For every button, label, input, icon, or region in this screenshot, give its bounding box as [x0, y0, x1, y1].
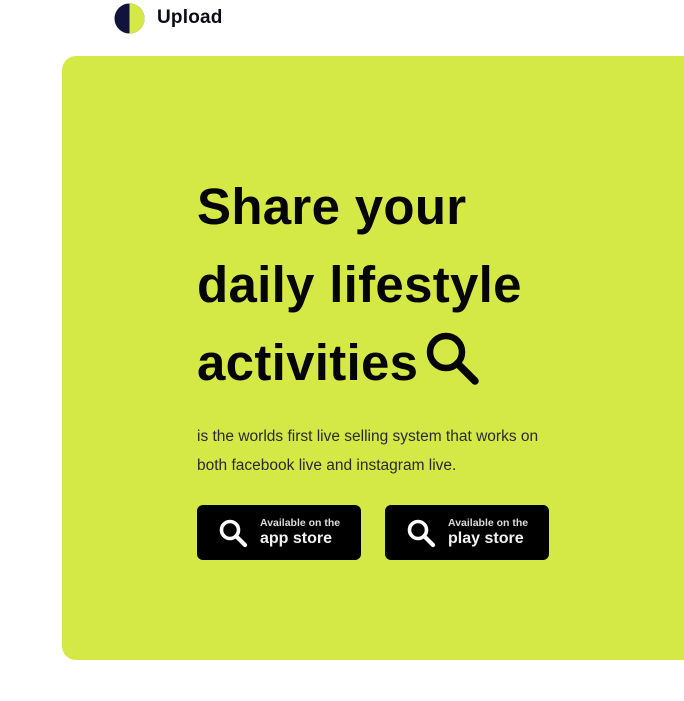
- hero-title-line-3-text: activities: [197, 334, 419, 391]
- hero-title: Share your daily lifestyle activities: [197, 168, 617, 402]
- app-store-small-label: Available on the: [260, 516, 341, 529]
- play-store-big-label: play store: [448, 530, 524, 548]
- play-store-small-label: Available on the: [448, 516, 529, 529]
- hero-title-line-3: activities: [197, 324, 617, 402]
- play-store-button[interactable]: Available on the play store: [385, 505, 549, 560]
- store-buttons: Available on the app store Available on …: [197, 505, 617, 560]
- play-store-button-text: Available on the play store: [448, 518, 528, 548]
- app-store-big-label: app store: [260, 530, 333, 548]
- page: Upload Share your daily lifestyle activi…: [0, 0, 684, 701]
- app-store-button-text: Available on the app store: [260, 518, 340, 548]
- brand-link[interactable]: Upload: [114, 2, 223, 34]
- half-circle-logo-icon: [114, 2, 145, 34]
- hero-description: is the worlds first live selling system …: [197, 428, 539, 474]
- hero-content: Share your daily lifestyle activities is…: [197, 168, 617, 560]
- hero-title-line-2: daily lifestyle: [197, 256, 522, 313]
- hero-title-line-1: Share your: [197, 178, 467, 235]
- search-icon: [427, 332, 480, 385]
- app-store-button[interactable]: Available on the app store: [197, 505, 361, 560]
- brand-name: Upload: [157, 7, 223, 28]
- search-icon: [219, 519, 248, 547]
- hero-card: Share your daily lifestyle activities is…: [62, 56, 684, 660]
- search-icon: [407, 519, 436, 547]
